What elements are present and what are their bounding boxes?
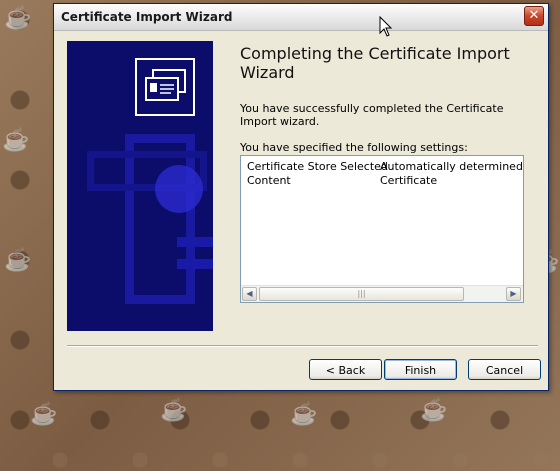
completion-message: You have successfully completed the Cert… (240, 102, 504, 128)
wizard-heading: Completing the Certificate Import Wizard (240, 44, 510, 82)
setting-value: Automatically determined by t (380, 160, 523, 173)
close-icon: ✕ (528, 8, 540, 23)
back-button[interactable]: < Back (309, 359, 382, 380)
grip-icon: ||| (357, 289, 366, 298)
horizontal-scrollbar[interactable]: ◀ ||| ▶ (241, 285, 523, 302)
settings-label: You have specified the following setting… (240, 141, 468, 154)
coffee-cup-decoration: ☕ (4, 6, 32, 31)
coffee-cup-decoration: ☕ (160, 398, 188, 423)
mouse-cursor-icon (379, 15, 393, 41)
scrollbar-thumb[interactable]: ||| (259, 287, 464, 301)
banner-decoration (155, 165, 203, 213)
banner-decoration (177, 237, 213, 247)
arrow-left-icon: ◀ (246, 289, 253, 298)
certificate-import-wizard-dialog: Certificate Import Wizard ✕ Completing t… (53, 3, 549, 391)
banner-decoration (177, 259, 213, 269)
scroll-right-button[interactable]: ▶ (506, 287, 521, 301)
scroll-left-button[interactable]: ◀ (242, 287, 257, 301)
certificate-icon (135, 58, 195, 116)
settings-list[interactable]: Certificate Store Selected Automatically… (240, 155, 524, 303)
setting-value: Certificate (380, 174, 438, 187)
window-title: Certificate Import Wizard (61, 10, 233, 24)
arrow-right-icon: ▶ (510, 289, 517, 298)
finish-button[interactable]: Finish (384, 359, 457, 380)
setting-name: Content (247, 174, 291, 187)
close-button[interactable]: ✕ (524, 6, 544, 26)
title-bar[interactable]: Certificate Import Wizard ✕ (54, 4, 548, 31)
coffee-cup-decoration: ☕ (2, 128, 30, 153)
divider (67, 345, 538, 347)
setting-name: Certificate Store Selected (247, 160, 388, 173)
wizard-banner (67, 41, 213, 331)
coffee-cup-decoration: ☕ (30, 402, 58, 427)
cancel-button[interactable]: Cancel (468, 359, 541, 380)
coffee-cup-decoration: ☕ (4, 248, 32, 273)
coffee-cup-decoration: ☕ (420, 398, 448, 423)
coffee-cup-decoration: ☕ (290, 402, 318, 427)
